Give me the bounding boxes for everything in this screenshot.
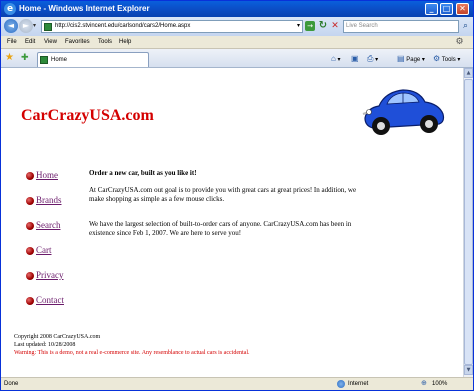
scroll-down-icon[interactable]: ▼ [464,365,473,375]
bullet-icon [26,222,34,230]
maximize-button[interactable]: □ [440,3,453,15]
zoom-level[interactable]: 100% [432,378,447,390]
nav-link-brands[interactable]: Brands [36,194,62,207]
close-button[interactable]: ✕ [456,3,469,15]
tab-home[interactable]: Home [37,52,149,67]
forward-button[interactable]: ► [19,19,33,33]
bullet-icon [26,247,34,255]
feeds-icon[interactable]: ▣ [351,53,359,66]
last-updated-text: Last updated: 10/28/2008 [14,342,76,348]
page-menu-label: Page ▾ [406,57,425,63]
bullet-icon [26,297,34,305]
page-menu[interactable]: ▤ Page ▾ [397,53,425,66]
history-dropdown-icon[interactable]: ▾ [33,22,36,29]
search-icon[interactable]: ⌕ [460,20,471,33]
address-url[interactable]: http://cis2.stvincent.edu/carlsond/cars2… [55,21,190,32]
menu-file[interactable]: File [7,37,17,48]
blue-car-image [362,89,445,135]
nav-link-privacy[interactable]: Privacy [36,269,64,282]
address-toolbar: ◄ ► ▾ http://cis2.stvincent.edu/carlsond… [1,17,473,36]
page-icon [44,23,52,31]
search-input[interactable]: Live Search [343,20,459,33]
menu-view[interactable]: View [44,37,57,48]
status-bar: Done Internet ⊕ 100% [1,377,473,390]
tab-page-icon [40,56,48,64]
menu-favorites[interactable]: Favorites [65,37,90,48]
scroll-thumb[interactable] [464,79,473,365]
site-title: CarCrazyUSA.com [21,107,154,124]
copyright-text: Copyright 2008 CarCrazyUSA.com [14,334,101,340]
tools-menu-label: Tools ▾ [441,57,461,63]
title-bar: e Home - Windows Internet Explorer _ □ ✕ [1,1,473,17]
vertical-scrollbar[interactable]: ▲ ▼ [463,68,473,377]
bullet-icon [26,172,34,180]
about-paragraph: We have the largest selection of built-t… [89,220,352,237]
nav-link-home[interactable]: Home [36,169,58,182]
bullet-icon [26,197,34,205]
windows-logo-icon: ⚙ [455,37,464,47]
tab-label: Home [51,57,68,63]
tools-gear-icon: ⚙ [433,54,441,63]
menu-help[interactable]: Help [119,37,131,48]
tab-bar: ★ ✚ Home ⌂ ▾ ▣ ⎙ ▾ ▤ Page ▾ ⚙ Tools ▾ [1,49,473,68]
zoom-icon[interactable]: ⊕ [421,378,427,390]
intro-paragraph: At CarCrazyUSA.com out goal is to provid… [89,186,357,203]
favorites-star-icon[interactable]: ★ [5,52,14,64]
internet-zone-icon [337,380,345,388]
page-icon: ▤ [397,54,405,63]
back-button[interactable]: ◄ [4,19,18,33]
nav-link-contact[interactable]: Contact [36,294,64,307]
tools-menu[interactable]: ⚙ Tools ▾ [433,53,460,66]
nav-link-cart[interactable]: Cart [36,244,52,257]
nav-link-search[interactable]: Search [36,219,61,232]
stop-icon[interactable]: ✕ [329,20,341,32]
window-title: Home - Windows Internet Explorer [19,4,150,13]
menu-edit[interactable]: Edit [25,37,35,48]
go-icon[interactable]: → [305,21,315,31]
minimize-button[interactable]: _ [425,3,438,15]
add-favorites-icon[interactable]: ✚ [21,52,29,64]
status-text: Done [4,381,19,387]
ie-app-icon: e [4,3,16,15]
address-dropdown-icon[interactable]: ▾ [297,21,300,32]
demo-warning-text: Warning: This is a demo, not a real e-co… [14,350,250,356]
security-zone[interactable]: Internet [348,378,368,390]
menu-tools[interactable]: Tools [98,37,112,48]
page-content: CarCrazyUSA.com Home Brands Search Cart [1,68,463,377]
browser-window: e Home - Windows Internet Explorer _ □ ✕… [0,0,474,391]
home-icon[interactable]: ⌂ ▾ [331,53,341,66]
print-icon[interactable]: ⎙ ▾ [367,53,378,66]
address-field[interactable]: http://cis2.stvincent.edu/carlsond/cars2… [41,20,303,33]
bullet-icon [26,272,34,280]
scroll-up-icon[interactable]: ▲ [464,68,473,78]
menu-bar: File Edit View Favorites Tools Help ⚙ [1,36,473,49]
headline: Order a new car, built as you like it! [89,169,197,177]
refresh-icon[interactable]: ↻ [317,20,329,32]
